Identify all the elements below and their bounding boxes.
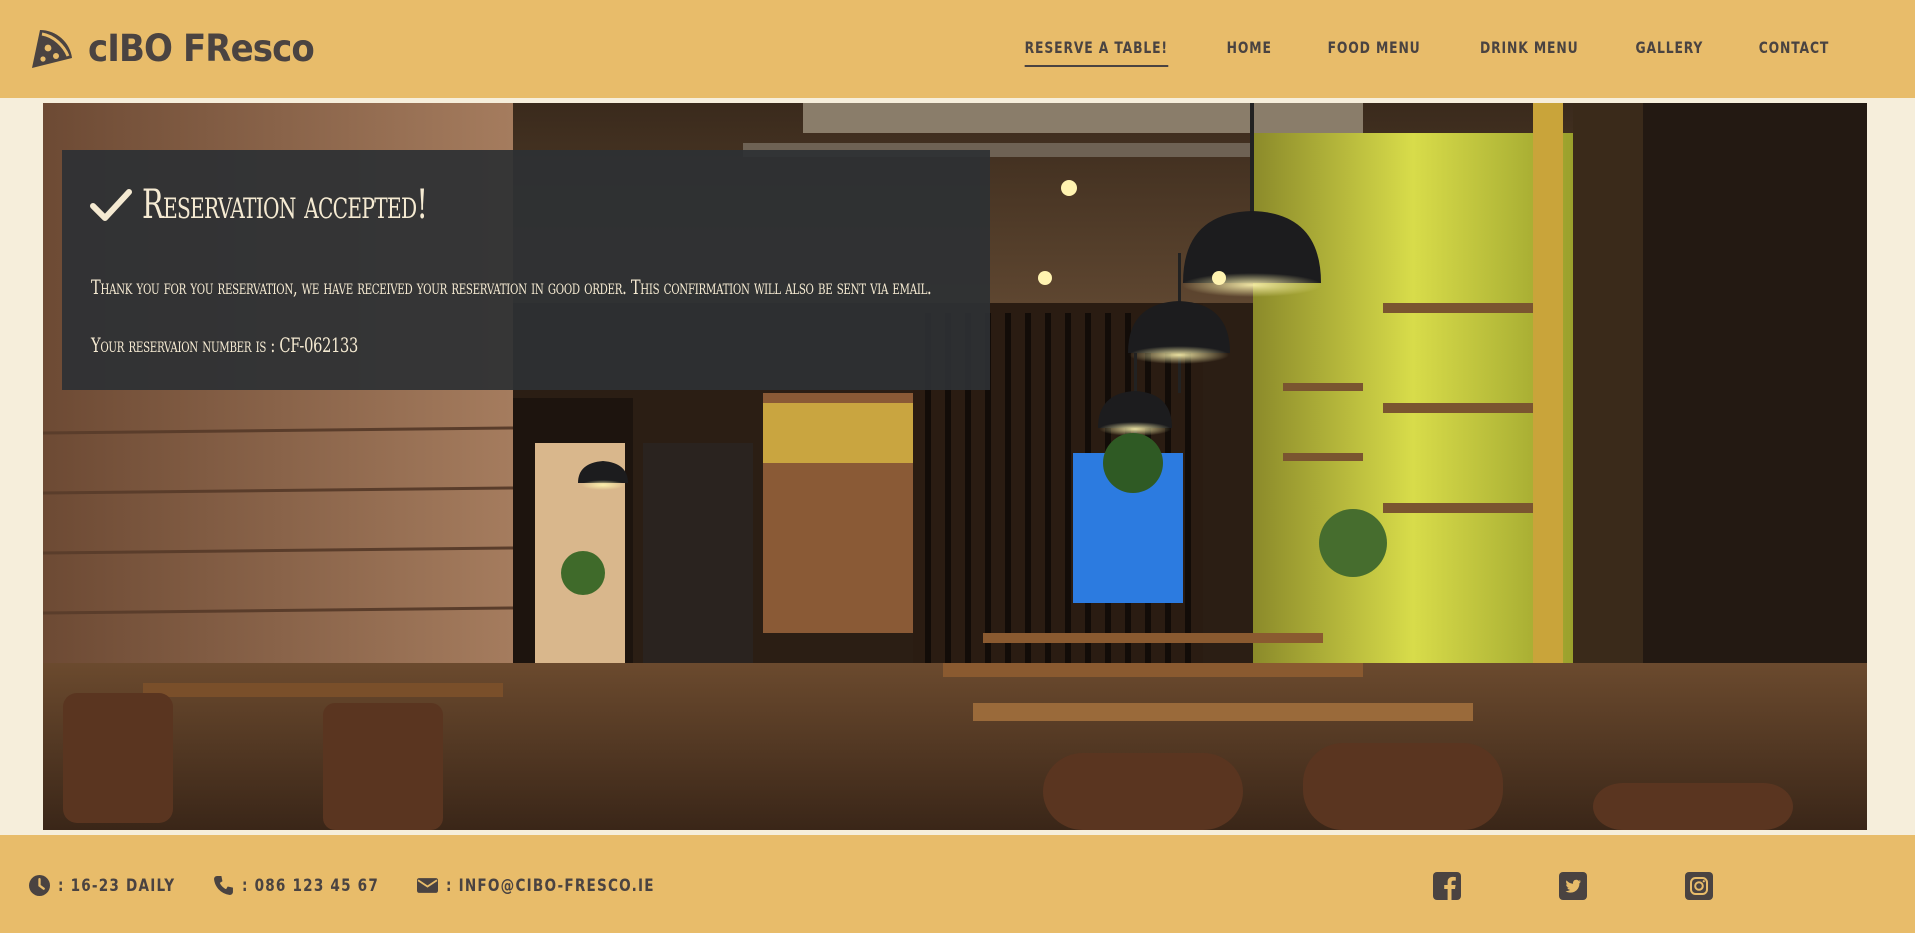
nav-contact[interactable]: CONTACT [1759,38,1829,67]
phone-icon [214,876,233,895]
reservation-confirmation-panel: Reservation accepted! Thank you for you … [62,150,990,390]
hero-section: Reservation accepted! Thank you for you … [43,103,1867,830]
facebook-icon [1433,872,1461,900]
site-header: cIBO FResco RESERVE A TABLE! HOME FOOD M… [0,0,1915,98]
nav-reserve-table[interactable]: RESERVE A TABLE! [1024,38,1168,67]
pizza-slice-icon [32,30,72,68]
opening-hours-text: : 16-23 DAILY [58,875,176,896]
confirmation-title-text: Reservation accepted! [142,182,428,228]
instagram-icon [1685,872,1713,900]
confirmation-title: Reservation accepted! [90,182,538,228]
twitter-link[interactable] [1558,871,1588,901]
main-nav: RESERVE A TABLE! HOME FOOD MENU DRINK ME… [969,38,1835,67]
clock-icon [29,875,50,896]
check-icon [90,189,132,221]
phone-contact[interactable]: : 086 123 45 67 [213,875,413,896]
email-text: : INFO@CIBO-FRESCO.IE [446,875,655,896]
opening-hours: : 16-23 DAILY [29,875,205,896]
twitter-icon [1559,872,1587,900]
nav-food-menu[interactable]: FOOD MENU [1327,38,1420,67]
reservation-number: Your reservaion number is : CF-062133 [91,333,359,357]
instagram-link[interactable] [1684,871,1714,901]
brand-logo-link[interactable]: cIBO FResco [28,24,333,72]
nav-gallery[interactable]: GALLERY [1636,38,1704,67]
phone-text: : 086 123 45 67 [242,875,380,896]
email-contact[interactable]: : INFO@CIBO-FRESCO.IE [417,875,707,896]
site-footer: : 16-23 DAILY : 086 123 45 67 : INFO@CIB… [0,835,1915,933]
nav-drink-menu[interactable]: DRINK MENU [1480,38,1578,67]
confirmation-message: Thank you for you reservation, we have r… [91,275,932,299]
envelope-icon [417,878,438,893]
facebook-link[interactable] [1432,871,1462,901]
nav-home[interactable]: HOME [1227,38,1272,67]
brand-name: cIBO FResco [88,26,315,70]
